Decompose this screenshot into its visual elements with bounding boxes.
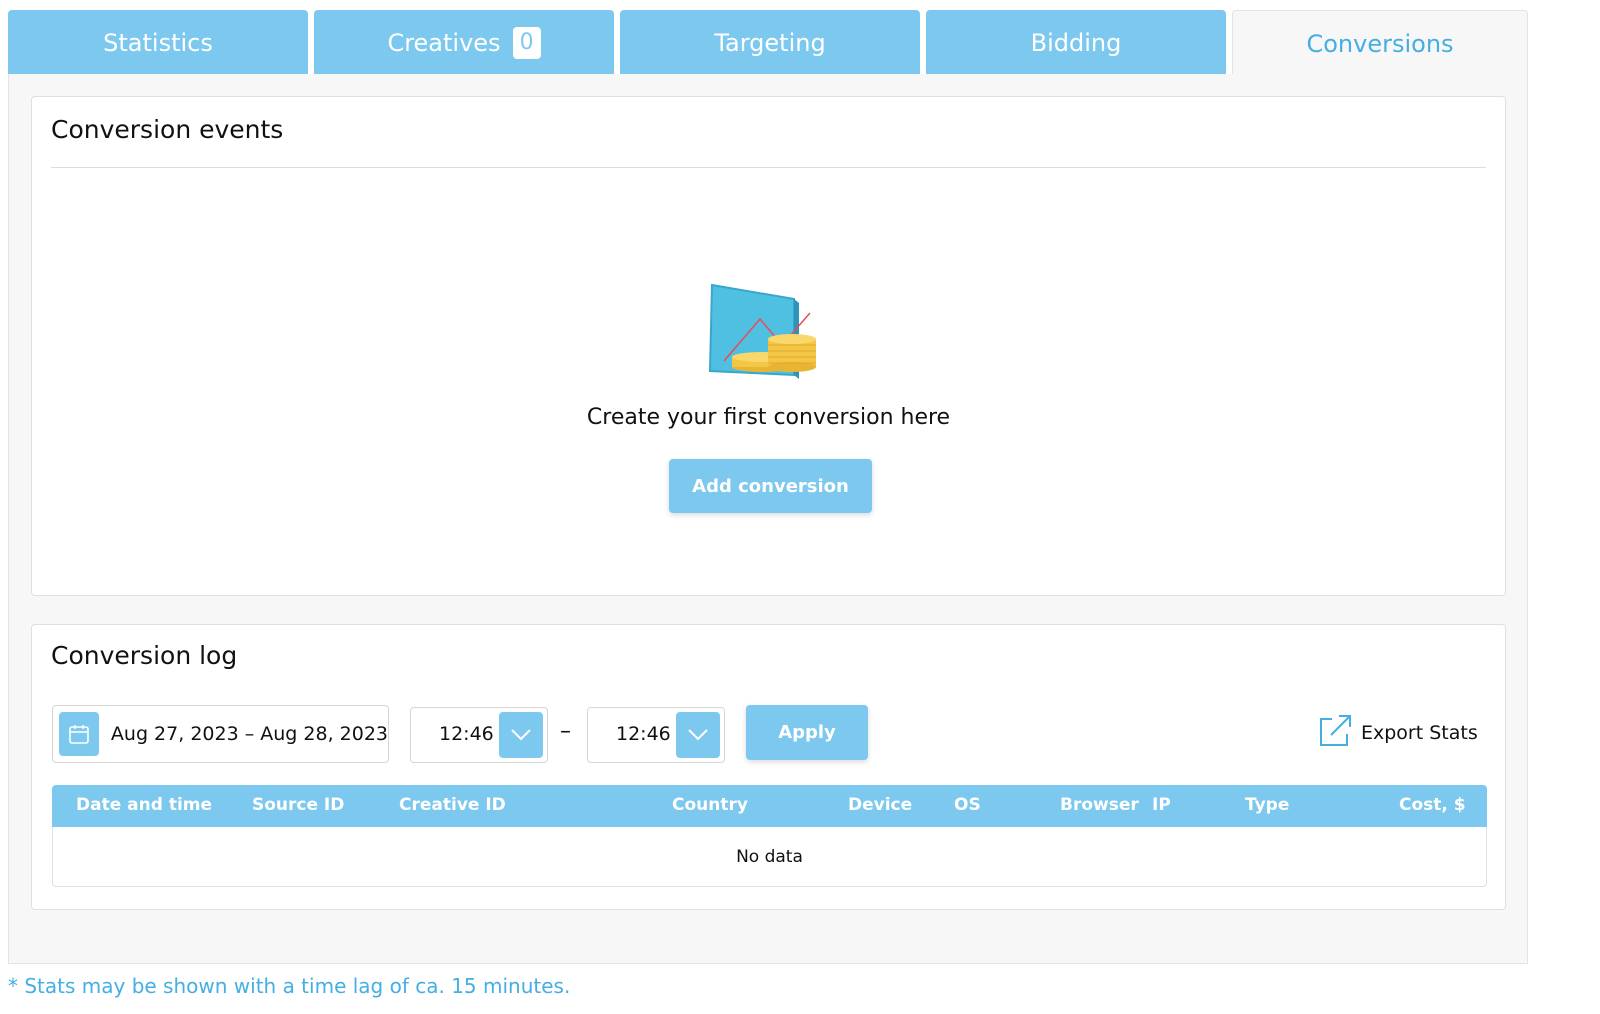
divider [51, 167, 1486, 168]
column-header[interactable]: Country [672, 795, 748, 815]
conversion-events-card: Conversion events Create your first conv… [31, 96, 1506, 596]
tab-statistics[interactable]: Statistics [8, 10, 308, 75]
stats-lag-footnote: * Stats may be shown with a time lag of … [8, 974, 571, 998]
empty-state-text: Create your first conversion here [586, 405, 951, 430]
conversion-log-card: Conversion log Aug 27, 2023 – Aug 28, 20… [31, 624, 1506, 910]
table-header: Date and time Source ID Creative ID Coun… [52, 785, 1487, 827]
export-stats-button[interactable]: Export Stats [1317, 715, 1478, 751]
column-header[interactable]: Device [848, 795, 912, 815]
end-time-value: 12:46 [616, 723, 671, 745]
tab-label: Bidding [1030, 28, 1122, 57]
add-conversion-button[interactable]: Add conversion [669, 459, 872, 513]
tab-bar: Statistics Creatives 0 Targeting Bidding… [8, 10, 1528, 76]
conversion-events-title: Conversion events [51, 115, 284, 144]
start-time-select[interactable]: 12:46 [410, 707, 548, 763]
tab-targeting[interactable]: Targeting [620, 10, 920, 75]
tab-label: Statistics [103, 28, 213, 57]
tab-conversions[interactable]: Conversions [1232, 10, 1528, 76]
conversion-log-title: Conversion log [51, 641, 238, 670]
column-header[interactable]: Cost, $ [1399, 795, 1466, 815]
no-data-text: No data [736, 846, 803, 867]
column-header[interactable]: Creative ID [399, 795, 506, 815]
tab-label: Targeting [714, 28, 826, 57]
column-header[interactable]: OS [954, 795, 981, 815]
column-header[interactable]: Date and time [76, 795, 212, 815]
chevron-down-icon[interactable] [676, 712, 720, 758]
date-range-value: Aug 27, 2023 – Aug 28, 2023 [110, 723, 388, 745]
start-time-value: 12:46 [439, 723, 494, 745]
export-stats-label: Export Stats [1361, 722, 1478, 744]
external-link-icon [1317, 713, 1353, 753]
end-time-select[interactable]: 12:46 [587, 707, 725, 763]
chevron-down-icon[interactable] [499, 712, 543, 758]
apply-button[interactable]: Apply [746, 705, 868, 760]
creatives-count-badge: 0 [512, 26, 541, 59]
tab-label: Conversions [1306, 29, 1454, 58]
date-range-picker[interactable]: Aug 27, 2023 – Aug 28, 2023 [52, 705, 389, 763]
tab-panel: Conversion events Create your first conv… [8, 74, 1528, 964]
column-header[interactable]: Type [1245, 795, 1289, 815]
conversion-log-table: Date and time Source ID Creative ID Coun… [52, 785, 1487, 887]
column-header[interactable]: Browser [1060, 795, 1139, 815]
chart-coins-illustration [702, 279, 832, 389]
column-header[interactable]: IP [1152, 795, 1171, 815]
tab-bidding[interactable]: Bidding [926, 10, 1226, 75]
column-header[interactable]: Source ID [252, 795, 344, 815]
tab-creatives[interactable]: Creatives 0 [314, 10, 614, 75]
tab-label: Creatives [387, 28, 501, 57]
time-separator: – [560, 719, 571, 744]
table-row: No data [52, 827, 1487, 887]
calendar-icon[interactable] [59, 712, 99, 756]
